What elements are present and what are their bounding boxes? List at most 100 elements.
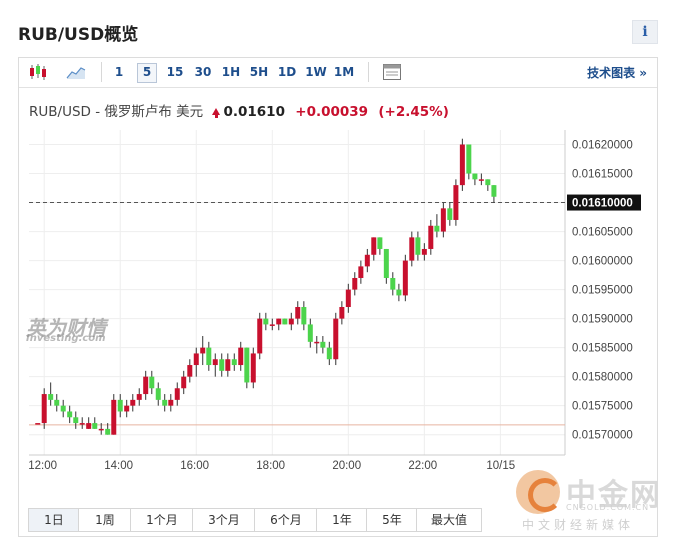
candle-body [244, 347, 250, 383]
candle-body [200, 347, 206, 354]
last-price-label: 0.01610000 [572, 198, 633, 210]
candle-body [35, 423, 41, 425]
candle-body [428, 225, 434, 249]
candle-body [314, 341, 320, 344]
candle-body [453, 185, 459, 220]
candle-body [92, 423, 98, 429]
candle-body [466, 144, 472, 174]
x-tick-label: 10/15 [486, 460, 515, 472]
candle-body [371, 237, 377, 255]
candle-body [390, 277, 396, 290]
range-1y[interactable]: 1年 [316, 508, 368, 532]
x-tick-label: 16:00 [180, 460, 209, 472]
candle-body [459, 144, 465, 186]
candle-body [402, 260, 408, 296]
candle-body [320, 341, 326, 348]
range-1w[interactable]: 1周 [78, 508, 132, 532]
x-tick-label: 20:00 [332, 460, 361, 472]
candle-body [250, 353, 256, 383]
y-tick-label: 0.01580000 [572, 372, 633, 384]
candle-body [155, 388, 161, 400]
range-5y[interactable]: 5年 [366, 508, 418, 532]
candle-body [98, 428, 104, 431]
candle-body [67, 411, 73, 418]
candle-body [415, 237, 421, 255]
y-tick-label: 0.01605000 [572, 227, 633, 239]
y-tick-label: 0.01570000 [572, 430, 633, 442]
candle-body [282, 318, 288, 325]
candle-body [219, 359, 225, 371]
candle-body [105, 428, 111, 435]
candle-body [187, 365, 193, 377]
candle-body [383, 248, 389, 278]
cngold-url: CNGOLD.COM.CN [566, 503, 650, 512]
candle-body [358, 266, 364, 278]
cngold-slogan: 中文财经新媒体 [522, 518, 635, 532]
range-1m[interactable]: 1个月 [130, 508, 194, 532]
range-3m[interactable]: 3个月 [192, 508, 256, 532]
candle-body [73, 417, 79, 424]
candle-body [288, 318, 294, 325]
candle-body [307, 324, 313, 342]
candle-body [345, 289, 351, 308]
candle-body [478, 179, 484, 181]
candle-body [326, 347, 332, 360]
candle-body [231, 359, 237, 366]
candle-body [364, 254, 370, 267]
candle-body [447, 208, 453, 220]
candle-body [269, 324, 275, 326]
candle-body [124, 405, 130, 412]
range-1d[interactable]: 1日 [28, 508, 80, 532]
x-tick-label: 14:00 [104, 460, 133, 472]
candle-body [79, 423, 85, 425]
candle-body [225, 359, 231, 371]
candle-body [276, 318, 282, 325]
candle-body [193, 353, 199, 366]
range-6m[interactable]: 6个月 [254, 508, 318, 532]
candle-body [352, 277, 358, 290]
candle-body [136, 394, 142, 400]
candle-body [48, 394, 54, 400]
candle-body [86, 423, 92, 429]
cngold-logo-mark [528, 478, 562, 512]
candle-body [485, 179, 491, 186]
candle-body [301, 307, 307, 325]
candle-body [257, 318, 263, 354]
candle-body [472, 173, 478, 180]
y-tick-label: 0.01585000 [572, 343, 633, 355]
candle-body [377, 237, 383, 249]
x-tick-label: 18:00 [256, 460, 285, 472]
candle-body [491, 185, 497, 197]
y-tick-label: 0.01595000 [572, 285, 633, 297]
candle-body [206, 347, 212, 366]
candle-body [117, 399, 123, 412]
y-tick-label: 0.01615000 [572, 169, 633, 181]
candle-body [339, 307, 345, 319]
candle-body [130, 399, 136, 406]
y-tick-label: 0.01575000 [572, 401, 633, 413]
candle-body [295, 307, 301, 319]
candle-body [434, 225, 440, 232]
candle-body [149, 376, 155, 389]
candle-body [263, 318, 269, 325]
candle-body [212, 359, 218, 366]
y-tick-label: 0.01620000 [572, 140, 633, 152]
range-max[interactable]: 最大值 [416, 508, 482, 532]
candle-body [54, 399, 60, 406]
y-tick-label: 0.01590000 [572, 314, 633, 326]
candle-body [174, 388, 180, 400]
candle-body [60, 405, 66, 412]
watermark-sub: Investing.com [26, 333, 106, 344]
candle-body [143, 376, 149, 395]
candle-body [333, 318, 339, 360]
candle-body [421, 248, 427, 255]
candle-body [111, 399, 117, 435]
candle-body [162, 399, 168, 406]
candle-body [181, 376, 187, 389]
candle-body [168, 399, 174, 406]
candlestick-chart[interactable]: 0.01570000 0.01575000 0.01580000 0.01585000… [0, 0, 674, 541]
candle-body [396, 289, 402, 296]
candle-body [409, 237, 415, 261]
candle-body [238, 347, 244, 366]
x-tick-label: 22:00 [408, 460, 437, 472]
